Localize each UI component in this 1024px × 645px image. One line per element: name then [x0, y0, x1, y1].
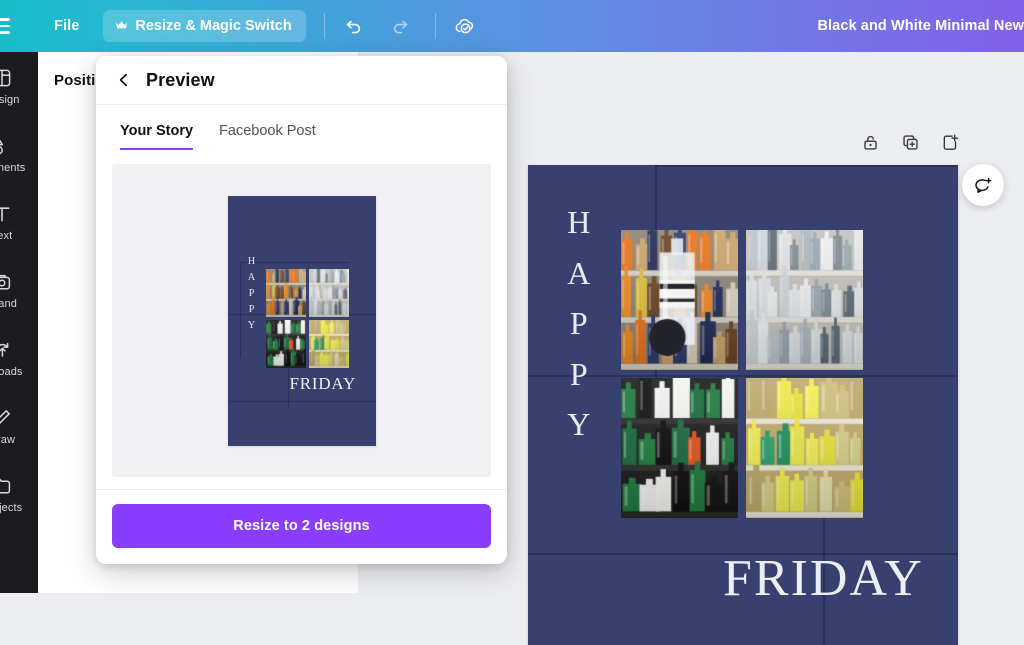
thumb-photo — [265, 319, 306, 368]
happy-letter: A — [567, 254, 591, 291]
sidebar-item-projects[interactable]: Projects — [0, 460, 38, 528]
add-comment-icon[interactable] — [962, 164, 1004, 206]
redo-icon[interactable] — [383, 9, 417, 43]
design-photo[interactable] — [746, 230, 863, 370]
hamburger-bar — [0, 24, 10, 28]
cloud-check-icon[interactable] — [448, 9, 482, 43]
page-toolbar — [858, 130, 962, 154]
happy-letter: P — [248, 287, 255, 299]
happy-letter: Y — [247, 319, 256, 331]
brand-icon — [0, 270, 13, 294]
unlocked-padlock-icon[interactable] — [858, 130, 882, 154]
happy-letter: P — [569, 305, 589, 342]
happy-letter: P — [248, 303, 255, 315]
hamburger-bar — [0, 18, 10, 21]
design-photo[interactable] — [621, 378, 738, 518]
tab-your-story[interactable]: Your Story — [120, 123, 194, 150]
uploads-icon — [0, 338, 13, 362]
happy-vertical-text[interactable]: HAPPY — [556, 197, 602, 450]
preview-modal: Preview Your Story Facebook Post HAPPY F… — [96, 56, 507, 564]
sidebar-item-brand[interactable]: Brand — [0, 256, 38, 324]
modal-body: HAPPY FRIDAY — [96, 150, 507, 489]
sidebar-item-elements[interactable]: Elements — [0, 120, 38, 188]
add-page-icon[interactable] — [938, 130, 962, 154]
modal-footer: Resize to 2 designs — [96, 489, 507, 564]
thumb-guide — [239, 261, 241, 358]
draw-icon — [0, 406, 13, 430]
design-canvas-page[interactable]: HAPPY FRIDAY — [528, 165, 958, 645]
design-photo[interactable] — [621, 230, 738, 370]
sidebar-item-uploads[interactable]: Uploads — [0, 324, 38, 392]
sidebar-item-label: Brand — [0, 298, 17, 310]
hamburger-icon[interactable] — [0, 18, 20, 34]
toolbar-divider — [434, 13, 436, 39]
modal-title: Preview — [146, 69, 215, 90]
hamburger-bar — [0, 31, 10, 34]
thumb-photo — [265, 268, 306, 317]
modal-tabs: Your Story Facebook Post — [96, 105, 507, 150]
sidebar-item-label: Draw — [0, 434, 16, 446]
file-menu-button[interactable]: File — [44, 12, 89, 40]
sidebar-item-draw[interactable]: Draw — [0, 392, 38, 460]
thumb-friday-text: FRIDAY — [289, 373, 357, 393]
thumb-photo — [308, 268, 349, 317]
document-title-area[interactable]: Black and White Minimal New — [817, 18, 1024, 34]
sidebar-item-design[interactable]: Design — [0, 52, 38, 120]
crown-icon — [115, 20, 128, 32]
canvas-guide — [655, 165, 958, 167]
document-title: Black and White Minimal New — [817, 18, 1024, 34]
happy-letter: H — [247, 255, 256, 267]
thumb-photo — [308, 319, 349, 368]
text-icon — [0, 202, 13, 226]
top-app-bar: File Resize & Magic Switch Black and Whi — [0, 0, 1024, 52]
resize-to-designs-button[interactable]: Resize to 2 designs — [112, 504, 491, 548]
chevron-left-icon[interactable] — [114, 70, 134, 90]
resize-magic-switch-label: Resize & Magic Switch — [135, 18, 292, 34]
preview-thumbnail[interactable]: HAPPY FRIDAY — [227, 195, 376, 446]
happy-letter: Y — [567, 406, 591, 443]
sidebar-item-label: Projects — [0, 502, 23, 514]
sidebar-item-label: Design — [0, 94, 20, 106]
design-icon — [0, 66, 13, 90]
toolbar-divider — [323, 13, 325, 39]
undo-icon[interactable] — [337, 9, 371, 43]
preview-viewport[interactable]: HAPPY FRIDAY — [112, 164, 491, 477]
resize-magic-switch-button[interactable]: Resize & Magic Switch — [103, 10, 306, 42]
elements-icon — [0, 134, 13, 158]
sidebar-item-label: Elements — [0, 162, 26, 174]
happy-letter: A — [247, 271, 256, 283]
projects-icon — [0, 474, 13, 498]
sidebar-item-text[interactable]: Text — [0, 188, 38, 256]
tab-facebook-post[interactable]: Facebook Post — [219, 123, 316, 150]
sidebar-item-label: Text — [0, 230, 13, 242]
thumb-happy-text: HAPPY — [244, 254, 260, 334]
happy-letter: P — [569, 355, 589, 392]
happy-letter: H — [567, 204, 591, 240]
thumb-guide — [227, 400, 376, 402]
sidebar-item-label: Uploads — [0, 366, 23, 378]
friday-text[interactable]: FRIDAY — [723, 553, 924, 605]
duplicate-page-icon[interactable] — [898, 130, 922, 154]
modal-header: Preview — [96, 56, 507, 105]
left-tool-rail: Design Elements Text Brand — [0, 52, 38, 593]
design-photo[interactable] — [746, 378, 863, 518]
